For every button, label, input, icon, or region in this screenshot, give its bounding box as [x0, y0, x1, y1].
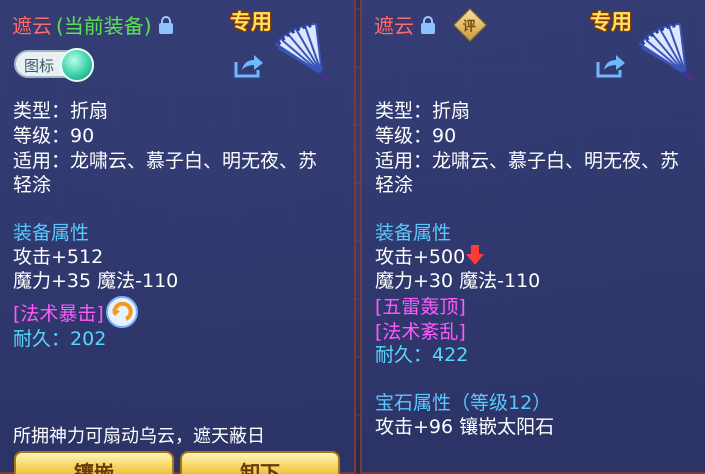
durability-label: 耐久： [13, 328, 71, 350]
durability-label: 耐久： [375, 344, 433, 366]
equipped-tag: (当前装备) [56, 14, 152, 38]
durability-value: 202 [70, 328, 107, 350]
durability-value: 422 [432, 344, 469, 366]
icon-toggle[interactable]: 图标 [14, 48, 94, 82]
title-row: 遮云 评 [374, 7, 487, 42]
item-name: 遮云 [12, 14, 52, 38]
fan-icon [274, 22, 330, 82]
red-down-arrow-icon [466, 245, 485, 265]
lock-icon [158, 15, 174, 34]
applicable-line-cont: 轻涂 [13, 174, 52, 196]
evaluate-badge-label: 评 [463, 18, 477, 34]
refresh-icon[interactable] [105, 296, 138, 328]
unequip-button[interactable]: 卸下 [180, 451, 340, 474]
exclusive-label: 专用 [590, 10, 632, 34]
item-name: 遮云 [374, 14, 414, 38]
type-line: 类型：折扇 [13, 100, 109, 122]
magic-stat: 魔力+30 魔法-110 [375, 270, 541, 292]
durability-row: 耐久：202 [13, 324, 106, 351]
gem-stat: 攻击+96 镶嵌太阳石 [375, 416, 555, 438]
share-icon[interactable] [596, 54, 626, 78]
toggle-label: 图标 [24, 57, 55, 75]
fan-icon [638, 22, 694, 82]
skill-name: [法术暴击] [13, 303, 104, 325]
gem-title: 宝石属性（等级12） [375, 392, 552, 414]
toggle-knob [60, 48, 94, 82]
lock-icon [420, 15, 436, 34]
attr-title: 装备属性 [375, 222, 452, 244]
durability-row: 耐久：422 [375, 340, 468, 367]
level-line: 等级：90 [375, 125, 457, 147]
type-line: 类型：折扇 [375, 100, 471, 122]
title-row: 遮云 (当前装备) [12, 10, 174, 39]
skill-name: [五雷轰顶] [375, 296, 466, 318]
applicable-line-cont: 轻涂 [375, 174, 414, 196]
current-equipment-panel: 遮云 (当前装备) 专用 图标 类型：折扇 等级：90 适用：龙啸云、慕子白、明… [0, 0, 356, 474]
exclusive-label: 专用 [230, 10, 272, 34]
share-icon[interactable] [234, 54, 264, 78]
applicable-line: 适用：龙啸云、慕子白、明无夜、苏 [375, 150, 680, 172]
attack-stat: 攻击+500 [375, 246, 466, 268]
attr-title: 装备属性 [13, 222, 90, 244]
attack-stat: 攻击+512 [13, 246, 104, 268]
attack-row: 攻击+500 [375, 242, 485, 269]
level-line: 等级：90 [13, 125, 95, 147]
evaluate-badge-icon[interactable]: 评 [453, 7, 487, 42]
compare-equipment-panel: 遮云 评 专用 类型：折扇 等级：90 适用：龙啸云、慕子白、明无夜、苏 轻涂 … [360, 0, 705, 474]
inlay-button[interactable]: 镶嵌 [14, 451, 174, 474]
magic-stat: 魔力+35 魔法-110 [13, 270, 179, 292]
flavor-text: 所拥神力可扇动乌云，遮天蔽日 [13, 426, 265, 447]
applicable-line: 适用：龙啸云、慕子白、明无夜、苏 [13, 150, 318, 172]
